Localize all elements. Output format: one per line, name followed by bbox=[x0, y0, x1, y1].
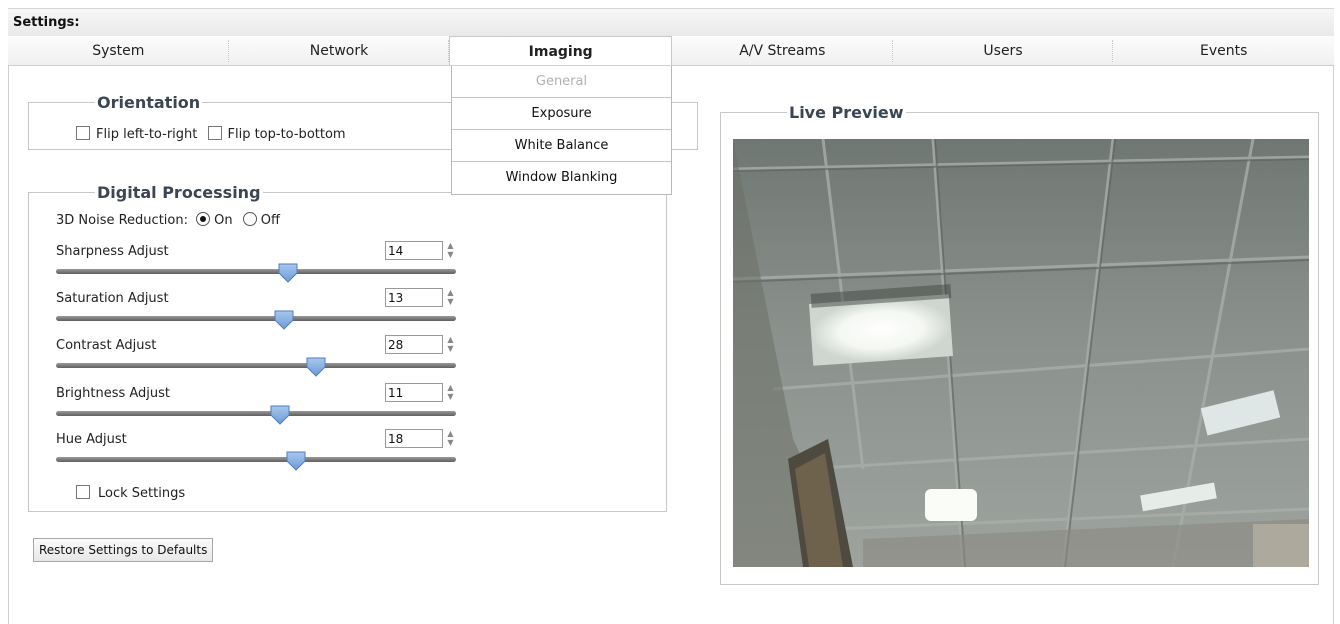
spinner-arrows-icon[interactable]: ▲ ▼ bbox=[446, 429, 455, 448]
slider-track[interactable] bbox=[56, 457, 456, 462]
spinner-arrows-icon[interactable]: ▲ ▼ bbox=[446, 241, 455, 260]
menu-item-exposure[interactable]: Exposure bbox=[452, 98, 671, 130]
lock-settings-row: Lock Settings bbox=[76, 485, 185, 501]
restore-defaults-button[interactable]: Restore Settings to Defaults bbox=[33, 538, 214, 562]
tab-imaging[interactable]: Imaging bbox=[449, 36, 673, 65]
noise-on-label: On bbox=[214, 213, 233, 228]
slider-label: Sharpness Adjust bbox=[56, 244, 169, 259]
digital-processing-legend: Digital Processing bbox=[97, 183, 261, 202]
tab-label: Imaging bbox=[528, 44, 593, 60]
tab-label: System bbox=[92, 43, 145, 59]
noise-off-radio[interactable] bbox=[242, 212, 257, 226]
camera-preview-image bbox=[733, 139, 1309, 567]
slider-label: Hue Adjust bbox=[56, 432, 127, 447]
spinner-arrows-icon[interactable]: ▲ ▼ bbox=[446, 288, 455, 307]
tab-system[interactable]: System bbox=[8, 36, 229, 65]
slider-thumb[interactable] bbox=[277, 262, 299, 284]
tab-network[interactable]: Network bbox=[229, 36, 450, 65]
menu-item-general: General bbox=[452, 66, 671, 98]
tab-label: Users bbox=[983, 43, 1023, 59]
slider-value-input[interactable] bbox=[385, 429, 443, 448]
slider-value-input[interactable] bbox=[385, 288, 443, 307]
tab-av-streams[interactable]: A/V Streams bbox=[672, 36, 893, 65]
flip-left-right-label: Flip left-to-right bbox=[96, 127, 198, 142]
orientation-legend: Orientation bbox=[97, 93, 201, 112]
tab-bar: System Network Imaging A/V Streams Users… bbox=[8, 36, 1334, 66]
lock-settings-label: Lock Settings bbox=[98, 486, 186, 501]
spinner-arrows-icon[interactable]: ▲ ▼ bbox=[446, 383, 455, 402]
slider-row: Brightness Adjust ▲▼ bbox=[56, 383, 466, 429]
slider-label: Contrast Adjust bbox=[56, 338, 157, 353]
live-preview-legend: Live Preview bbox=[789, 103, 904, 122]
slider-track[interactable] bbox=[56, 316, 456, 321]
noise-reduction-label: 3D Noise Reduction: bbox=[56, 213, 188, 228]
tab-label: Network bbox=[309, 43, 369, 59]
slider-value-input[interactable] bbox=[385, 335, 443, 354]
spinner-arrows-icon[interactable]: ▲ ▼ bbox=[446, 335, 455, 354]
slider-label: Saturation Adjust bbox=[56, 291, 169, 306]
flip-top-bottom-label: Flip top-to-bottom bbox=[227, 127, 346, 142]
flip-options: Flip left-to-right Flip top-to-bottom bbox=[76, 126, 346, 142]
noise-off-label: Off bbox=[260, 213, 280, 228]
slider-thumb[interactable] bbox=[285, 450, 307, 472]
flip-left-right-checkbox[interactable] bbox=[76, 126, 90, 140]
slider-track[interactable] bbox=[56, 411, 456, 416]
slider-thumb[interactable] bbox=[273, 309, 295, 331]
slider-track[interactable] bbox=[56, 269, 456, 274]
tab-users[interactable]: Users bbox=[893, 36, 1114, 65]
slider-row: Hue Adjust ▲▼ bbox=[56, 429, 466, 475]
slider-thumb[interactable] bbox=[305, 356, 327, 378]
page-title: Settings: bbox=[8, 8, 1334, 36]
slider-track[interactable] bbox=[56, 363, 456, 368]
noise-on-radio[interactable] bbox=[196, 212, 211, 226]
tab-label: A/V Streams bbox=[739, 43, 826, 59]
slider-value-input[interactable] bbox=[385, 241, 443, 260]
tab-label: Events bbox=[1199, 43, 1248, 59]
lock-settings-checkbox[interactable] bbox=[76, 485, 90, 499]
slider-row: Sharpness Adjust ▲▼ bbox=[56, 241, 466, 287]
imaging-submenu: General Exposure White Balance Window Bl… bbox=[451, 66, 672, 195]
slider-row: Saturation Adjust ▲▼ bbox=[56, 288, 466, 334]
flip-top-bottom-checkbox[interactable] bbox=[207, 126, 222, 140]
menu-item-white-balance[interactable]: White Balance bbox=[452, 130, 671, 162]
slider-value-input[interactable] bbox=[385, 383, 443, 402]
slider-row: Contrast Adjust ▲▼ bbox=[56, 335, 466, 381]
tab-events[interactable]: Events bbox=[1113, 36, 1334, 65]
noise-reduction-row: 3D Noise Reduction: On Off bbox=[56, 212, 280, 228]
slider-label: Brightness Adjust bbox=[56, 386, 171, 401]
slider-thumb[interactable] bbox=[269, 404, 291, 426]
menu-item-window-blanking[interactable]: Window Blanking bbox=[452, 162, 671, 194]
